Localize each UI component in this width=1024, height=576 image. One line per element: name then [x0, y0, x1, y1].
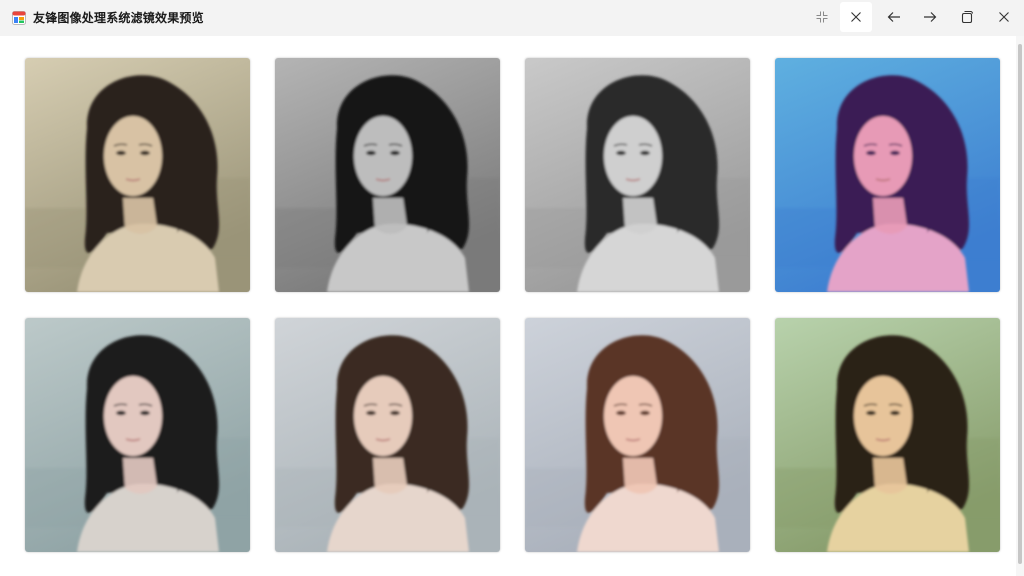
- title-bar: 友锋图像处理系统滤镜效果预览: [0, 0, 1024, 36]
- restore-icon: [961, 11, 973, 23]
- portrait-image: [525, 318, 750, 552]
- close-icon: [850, 11, 862, 23]
- close-icon: [998, 11, 1010, 23]
- compress-icon: [816, 11, 828, 23]
- portrait-image: [25, 58, 250, 292]
- arrow-right-icon: [923, 11, 937, 23]
- portrait-image: [775, 58, 1000, 292]
- arrow-left-icon: [887, 11, 901, 23]
- portrait-image: [275, 58, 500, 292]
- portrait-image: [25, 318, 250, 552]
- compact-view-button[interactable]: [806, 2, 838, 32]
- filter-preview-grayscale[interactable]: [525, 58, 750, 292]
- close-preview-button[interactable]: [840, 2, 872, 32]
- previous-button[interactable]: [878, 2, 910, 32]
- portrait-image: [275, 318, 500, 552]
- filter-preview-cool-blue[interactable]: [775, 58, 1000, 292]
- scrollbar-thumb[interactable]: [1018, 44, 1022, 564]
- filter-preview-window: 友锋图像处理系统滤镜效果预览: [0, 0, 1024, 576]
- window-title: 友锋图像处理系统滤镜效果预览: [33, 11, 204, 25]
- filter-preview-cool-tone[interactable]: [25, 318, 250, 552]
- filter-preview-bw-high-contrast[interactable]: [275, 58, 500, 292]
- filter-preview-yellow-green[interactable]: [775, 318, 1000, 552]
- next-button[interactable]: [914, 2, 946, 32]
- portrait-image: [775, 318, 1000, 552]
- filter-preview-vintage[interactable]: [25, 58, 250, 292]
- photo-app-icon: [12, 10, 26, 25]
- filter-preview-faded[interactable]: [275, 318, 500, 552]
- restore-button[interactable]: [951, 2, 983, 32]
- vertical-scrollbar[interactable]: [1016, 36, 1024, 576]
- filter-preview-gallery: [0, 36, 1016, 576]
- close-window-button[interactable]: [988, 2, 1020, 32]
- portrait-image: [525, 58, 750, 292]
- filter-preview-warm-soft[interactable]: [525, 318, 750, 552]
